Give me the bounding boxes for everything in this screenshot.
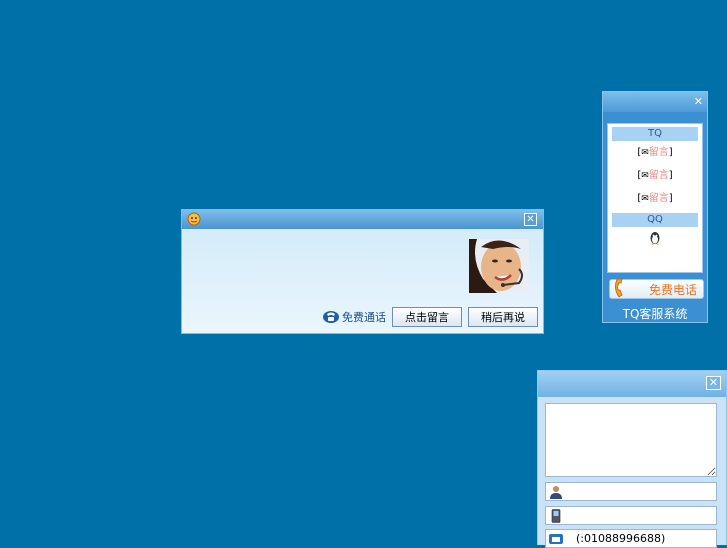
envelope-icon: ✉ <box>641 171 649 181</box>
invite-dialog-titlebar: ✕ <box>182 210 543 229</box>
message-textarea[interactable] <box>545 403 717 477</box>
agent-headset-avatar-icon <box>469 239 529 293</box>
invite-dialog-body: 免费通话 点击留言 稍后再说 <box>182 229 543 333</box>
qq-section-header: QQ <box>612 213 698 227</box>
user-icon <box>550 485 562 499</box>
phone-icon <box>323 311 339 323</box>
free-call-label: 免费通话 <box>342 311 386 324</box>
free-phone-label: 免费电话 <box>648 282 697 297</box>
message-link[interactable]: [✉留言] <box>608 187 702 210</box>
close-icon[interactable]: ✕ <box>524 213 537 226</box>
envelope-icon: ✉ <box>641 148 649 158</box>
tq-logo-icon <box>187 212 201 226</box>
message-link[interactable]: [✉留言] <box>608 164 702 187</box>
message-link[interactable]: [✉留言] <box>608 141 702 164</box>
message-box-header: ✕ <box>538 371 726 397</box>
phone-field[interactable]: (:01088996688) <box>545 529 717 548</box>
mobile-phone-icon <box>551 508 561 523</box>
free-phone-button[interactable]: 免费电话 <box>609 278 704 299</box>
free-call-link[interactable]: 免费通话 <box>322 309 386 325</box>
tq-section-header: TQ <box>612 127 698 141</box>
brand-label: TQ客服系统 <box>622 307 688 321</box>
phone-value: (:01088996688) <box>576 532 666 545</box>
float-panel-list: TQ [✉留言] [✉留言] [✉留言] QQ <box>607 123 703 273</box>
message-box: ✕ (:01088996688) <box>537 370 727 548</box>
handset-icon <box>615 278 623 298</box>
float-panel-header: ✕ <box>603 92 707 112</box>
close-icon[interactable]: ✕ <box>694 95 703 108</box>
mobile-field[interactable] <box>545 506 717 525</box>
qq-penguin-icon[interactable] <box>649 231 661 245</box>
envelope-icon: ✉ <box>641 194 649 204</box>
close-icon[interactable]: ✕ <box>706 376 721 390</box>
name-field[interactable] <box>545 482 717 501</box>
service-float-panel: ✕ TQ [✉留言] [✉留言] [✉留言] QQ 免费电话 TQ客服系统 <box>602 91 708 323</box>
leave-message-button[interactable]: 点击留言 <box>392 307 462 327</box>
invite-dialog: ✕ 免费通话 点击留言 稍后再说 <box>181 209 544 334</box>
later-button[interactable]: 稍后再说 <box>468 307 538 327</box>
telephone-icon <box>549 533 563 544</box>
